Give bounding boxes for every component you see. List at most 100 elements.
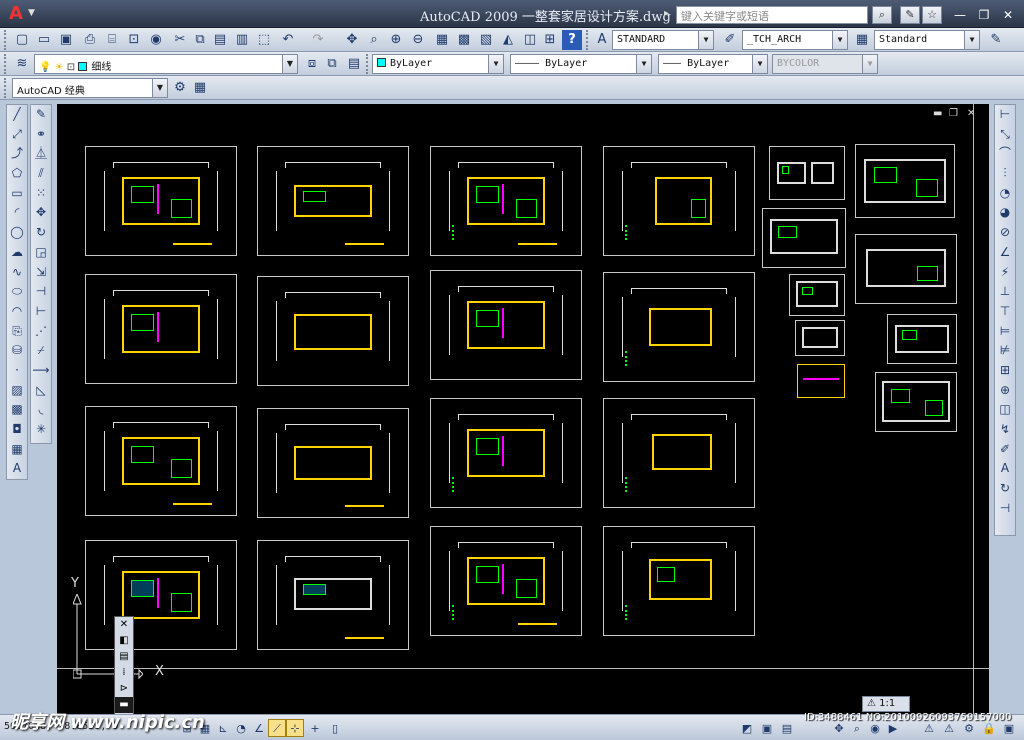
join-icon[interactable]: ⟶ [31, 361, 51, 381]
calculator-icon[interactable]: ⊞ [540, 30, 560, 50]
multileader-style-icon[interactable]: ✎ [986, 30, 1006, 50]
dynamic-ucs-icon[interactable]: ⊹ [286, 719, 304, 737]
minimize-button[interactable]: — [952, 8, 968, 22]
lineweight-display-icon[interactable]: ▯ [326, 719, 344, 737]
chamfer-icon[interactable]: ◺ [31, 381, 51, 401]
model-space-icon[interactable]: ◩ [738, 719, 756, 737]
furniture-plan-sheet[interactable] [430, 526, 582, 636]
detail-sheet[interactable] [789, 274, 845, 316]
floor-plan-sheet[interactable] [257, 146, 409, 256]
cut-icon[interactable]: ✂ [170, 30, 190, 50]
search-icon[interactable]: ⌕ [872, 6, 892, 24]
furniture-plan-sheet[interactable] [603, 526, 755, 636]
text-style-select[interactable]: STANDARD ▼ [612, 30, 714, 50]
spline-icon[interactable]: ∿ [7, 263, 27, 283]
diameter-dim-icon[interactable]: ⊘ [995, 223, 1015, 243]
scale-icon[interactable]: ◲ [31, 243, 51, 263]
markup-icon[interactable]: ◫ [520, 30, 540, 50]
detail-sheet[interactable] [855, 234, 957, 304]
zoom-window-icon[interactable]: ⊕ [386, 30, 406, 50]
detail-sheet[interactable] [887, 314, 957, 364]
make-layer-current-icon[interactable]: ⧈ [302, 54, 322, 74]
match-properties-icon[interactable]: ▥ [232, 30, 252, 50]
redo-icon[interactable]: ↷ [308, 30, 328, 50]
aligned-dim-icon[interactable]: ⤡ [995, 125, 1015, 145]
pan-icon[interactable]: ✥ [342, 30, 362, 50]
ortho-mode-icon[interactable]: ⊾ [214, 719, 232, 737]
palette-grip-icon[interactable]: ⁞ [115, 665, 133, 681]
ellipse-arc-icon[interactable]: ◠ [7, 302, 27, 322]
offset-icon[interactable]: ⫽ [31, 164, 51, 184]
autocad-logo-icon[interactable]: A [6, 4, 26, 24]
table-icon[interactable]: ▦ [7, 440, 27, 460]
stretch-icon[interactable]: ⇲ [31, 263, 51, 283]
print-icon[interactable]: ⎙ [80, 30, 100, 50]
extend-icon[interactable]: ⊢ [31, 302, 51, 322]
dim-space-icon[interactable]: ⊨ [995, 322, 1015, 342]
break-icon[interactable]: ⌿ [31, 341, 51, 361]
floor-plan-sheet[interactable] [603, 398, 755, 508]
lineweight-select[interactable]: ——— ByLayer ▼ [658, 54, 768, 74]
mirror-icon[interactable]: ⏅ [31, 144, 51, 164]
tool-palettes-icon[interactable]: ▧ [476, 30, 496, 50]
tolerance-icon[interactable]: ⊞ [995, 361, 1015, 381]
rectangle-icon[interactable]: ▭ [7, 184, 27, 204]
dim-text-edit-icon[interactable]: A [995, 459, 1015, 479]
quick-dim-icon[interactable]: ⚡ [995, 263, 1015, 283]
furniture-plan-sheet[interactable] [257, 540, 409, 650]
object-snap-icon[interactable]: ∠ [250, 719, 268, 737]
color-select[interactable]: ByLayer ▼ [372, 54, 504, 74]
restore-button[interactable]: ❐ [976, 8, 992, 22]
new-file-icon[interactable]: ▢ [12, 30, 32, 50]
palette-autohide-icon[interactable]: ◧ [115, 633, 133, 649]
region-icon[interactable]: ◘ [7, 420, 27, 440]
publish-icon[interactable]: ⊡ [124, 30, 144, 50]
palette-close-icon[interactable]: ✕ [115, 617, 133, 633]
layer-previous-icon[interactable]: ⧉ [322, 54, 342, 74]
ellipse-icon[interactable]: ⬭ [7, 282, 27, 302]
detail-sheet[interactable] [855, 144, 955, 218]
drawing-canvas[interactable]: ▬ ❐ ✕ Y X [57, 104, 989, 714]
command-line-palette[interactable]: ✕ ◧ ▤ ⁞ ⊳ ▬ [114, 616, 134, 716]
infocenter-search-input[interactable]: 键入关键字或短语 [676, 6, 868, 24]
table-style-icon[interactable]: ▦ [852, 30, 872, 50]
detail-sheet[interactable] [762, 208, 846, 268]
toolbar-grip[interactable] [4, 78, 8, 98]
object-snap-tracking-icon[interactable]: ⟋ [268, 719, 286, 737]
annotation-scale[interactable]: ⚠ 1:1 [862, 696, 910, 712]
multiline-text-icon[interactable]: A [7, 459, 27, 479]
infocenter-expand-icon[interactable]: ▸ [664, 8, 669, 19]
floor-plan-sheet[interactable] [85, 406, 237, 516]
radius-dim-icon[interactable]: ◔ [995, 184, 1015, 204]
floor-plan-sheet[interactable] [85, 274, 237, 384]
save-icon[interactable]: ▣ [56, 30, 76, 50]
baseline-dim-icon[interactable]: ⊥ [995, 282, 1015, 302]
floor-plan-sheet[interactable] [430, 146, 582, 256]
block-editor-icon[interactable]: ⬚ [254, 30, 274, 50]
angular-dim-icon[interactable]: ∠ [995, 243, 1015, 263]
point-icon[interactable]: · [7, 361, 27, 381]
workspace-select[interactable]: AutoCAD 经典 ▼ [12, 78, 168, 98]
plot-preview-icon[interactable]: ⌸ [102, 30, 122, 50]
viewport-restore-icon[interactable]: ❐ [949, 108, 958, 119]
dim-break-icon[interactable]: ⊭ [995, 341, 1015, 361]
polar-tracking-icon[interactable]: ◔ [232, 719, 250, 737]
linear-dim-icon[interactable]: ⊢ [995, 105, 1015, 125]
undo-icon[interactable]: ↶ [278, 30, 298, 50]
hatch-icon[interactable]: ▨ [7, 381, 27, 401]
floor-plan-sheet[interactable] [85, 146, 237, 256]
design-center-icon[interactable]: ▩ [454, 30, 474, 50]
open-file-icon[interactable]: ▭ [34, 30, 54, 50]
dynamic-input-icon[interactable]: + [306, 719, 324, 737]
floor-plan-sheet[interactable] [257, 276, 409, 386]
toolbar-grip[interactable] [4, 54, 8, 74]
copy-object-icon[interactable]: ⚭ [31, 125, 51, 145]
help-icon[interactable]: ? [562, 30, 582, 50]
zoom-realtime-icon[interactable]: ⌕ [364, 30, 384, 50]
line-icon[interactable]: ╱ [7, 105, 27, 125]
erase-icon[interactable]: ✎ [31, 105, 51, 125]
floor-plan-sheet[interactable] [430, 398, 582, 508]
layer-manager-icon[interactable]: ≋ [12, 54, 32, 74]
close-button[interactable]: ✕ [1000, 8, 1016, 22]
continue-dim-icon[interactable]: ⊤ [995, 302, 1015, 322]
